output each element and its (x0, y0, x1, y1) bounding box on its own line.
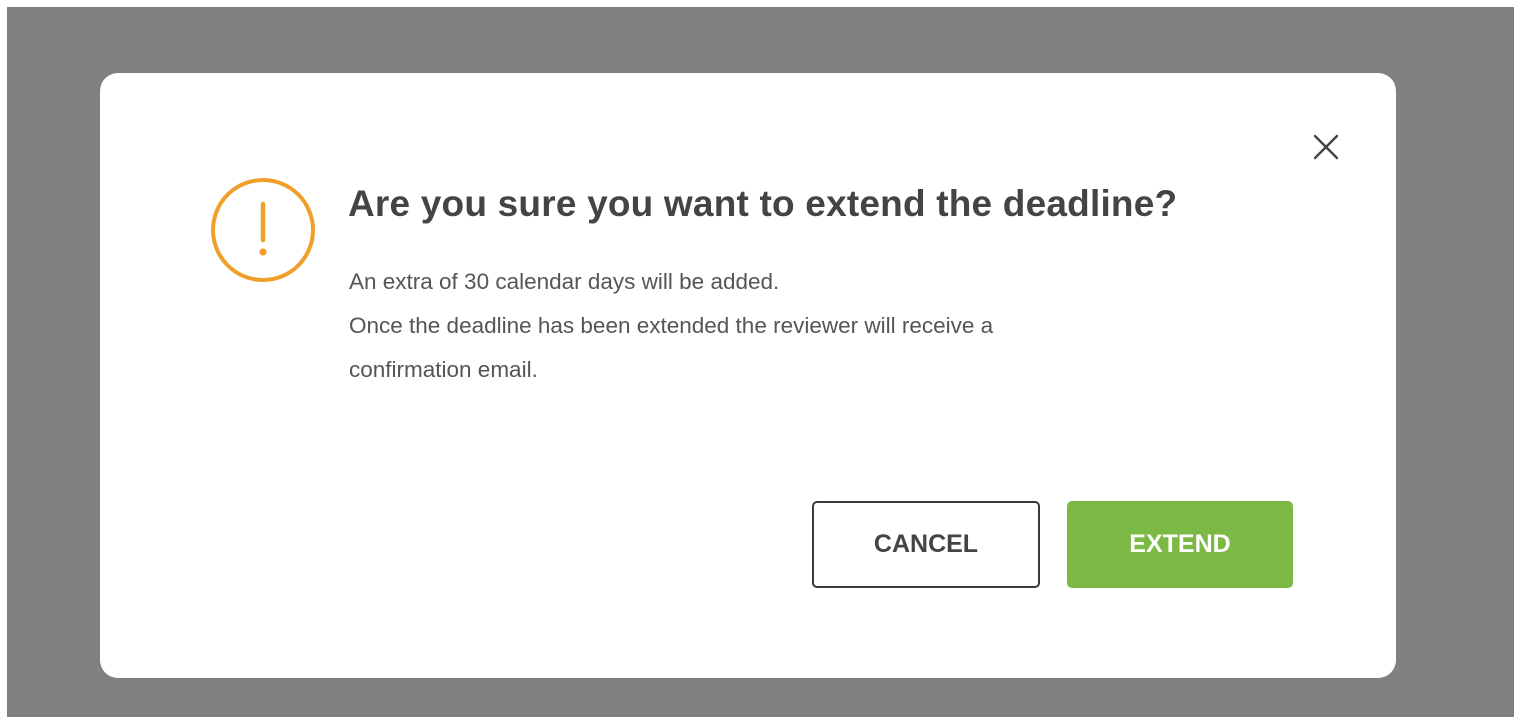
close-button[interactable] (1308, 129, 1344, 165)
close-icon (1313, 134, 1339, 160)
message-line: confirmation email. (349, 357, 538, 382)
dialog-title: Are you sure you want to extend the dead… (348, 183, 1178, 224)
extend-deadline-dialog: Are you sure you want to extend the dead… (100, 73, 1396, 678)
extend-button[interactable]: EXTEND (1067, 501, 1293, 588)
message-line: An extra of 30 calendar days will be add… (349, 269, 780, 294)
dialog-message: An extra of 30 calendar days will be add… (349, 260, 1249, 392)
cancel-button[interactable]: CANCEL (812, 501, 1040, 588)
exclamation-circle-icon (211, 178, 315, 282)
message-line: Once the deadline has been extended the … (349, 313, 994, 338)
